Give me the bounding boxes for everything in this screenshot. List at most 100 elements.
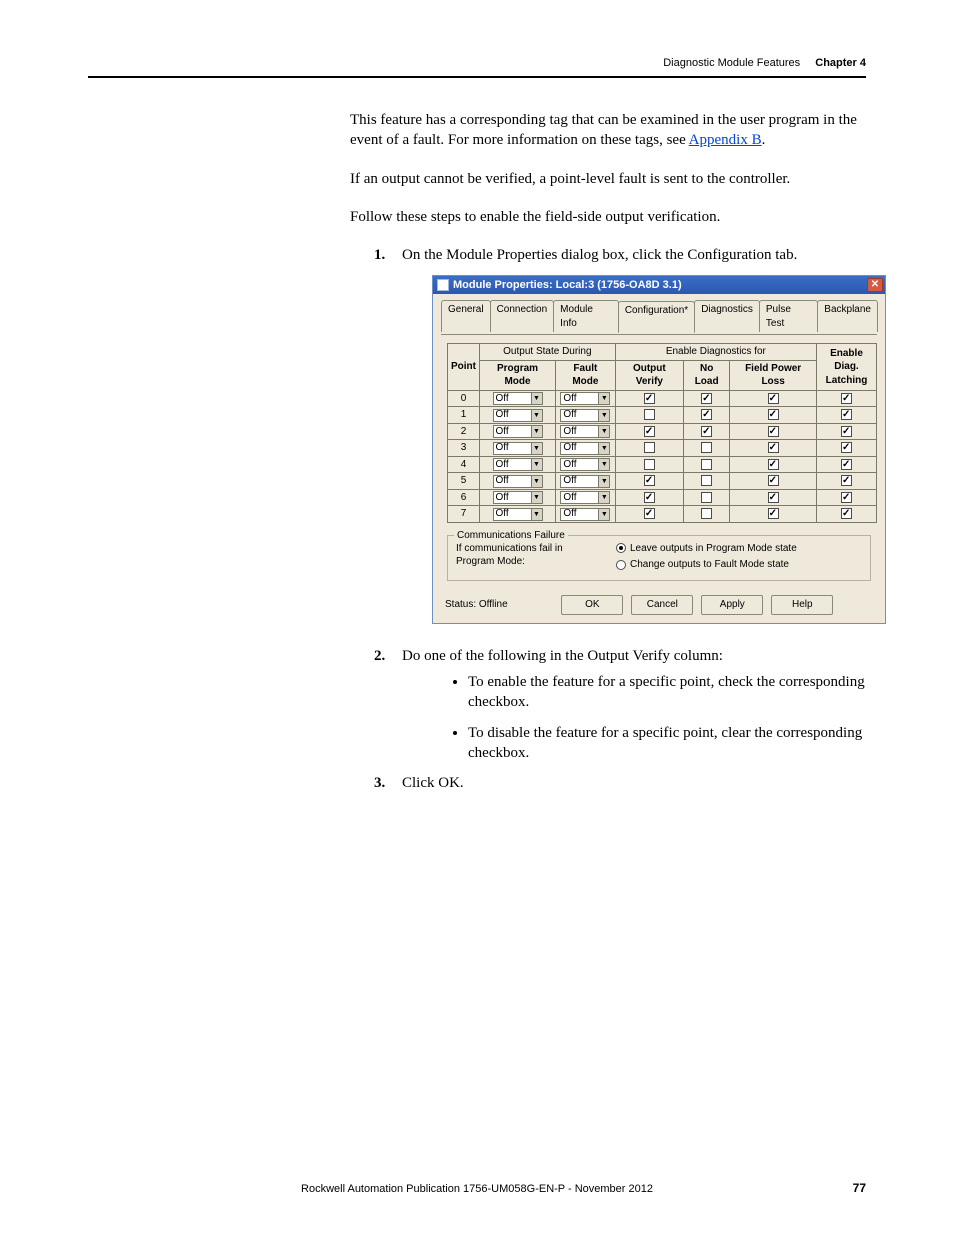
checkbox[interactable] — [841, 492, 852, 503]
dialog-titlebar: Module Properties: Local:3 (1756-OA8D 3.… — [433, 276, 885, 294]
p1-text: This feature has a corresponding tag tha… — [350, 112, 857, 148]
checkbox[interactable] — [841, 442, 852, 453]
cancel-button[interactable]: Cancel — [631, 595, 693, 615]
checkbox[interactable] — [644, 492, 655, 503]
dropdown[interactable]: Off▼ — [560, 442, 610, 455]
tab-connection[interactable]: Connection — [490, 300, 555, 332]
dropdown[interactable]: Off▼ — [560, 508, 610, 521]
chevron-down-icon: ▼ — [531, 426, 542, 437]
output-verify-cell — [615, 473, 683, 490]
tab-diagnostics[interactable]: Diagnostics — [694, 300, 760, 332]
dialog-bottom: Status: Offline OK Cancel Apply Help — [441, 595, 877, 615]
fault-mode-cell: Off▼ — [556, 506, 616, 523]
checkbox[interactable] — [841, 409, 852, 420]
col-latching: Enable Diag. Latching — [817, 344, 877, 391]
chevron-down-icon: ▼ — [598, 426, 609, 437]
checkbox[interactable] — [644, 409, 655, 420]
header-rule — [88, 76, 866, 78]
field-power-cell — [730, 489, 817, 506]
checkbox[interactable] — [841, 426, 852, 437]
output-verify-cell — [615, 506, 683, 523]
chevron-down-icon: ▼ — [598, 509, 609, 520]
checkbox[interactable] — [644, 393, 655, 404]
no-load-cell — [684, 456, 730, 473]
tab-backplane[interactable]: Backplane — [817, 300, 878, 332]
dropdown[interactable]: Off▼ — [560, 409, 610, 422]
chevron-down-icon: ▼ — [531, 492, 542, 503]
checkbox[interactable] — [701, 508, 712, 519]
checkbox[interactable] — [701, 393, 712, 404]
checkbox[interactable] — [701, 426, 712, 437]
dialog-body: GeneralConnectionModule InfoConfiguratio… — [433, 294, 885, 623]
dialog-title: Module Properties: Local:3 (1756-OA8D 3.… — [453, 278, 682, 293]
checkbox[interactable] — [644, 426, 655, 437]
dropdown[interactable]: Off▼ — [560, 458, 610, 471]
checkbox[interactable] — [701, 442, 712, 453]
checkbox[interactable] — [701, 492, 712, 503]
checkbox[interactable] — [701, 409, 712, 420]
checkbox[interactable] — [841, 393, 852, 404]
dropdown[interactable]: Off▼ — [493, 508, 543, 521]
step-1: 1.On the Module Properties dialog box, c… — [380, 245, 866, 624]
close-icon[interactable]: ✕ — [867, 278, 883, 292]
dropdown[interactable]: Off▼ — [493, 458, 543, 471]
checkbox[interactable] — [701, 475, 712, 486]
help-button[interactable]: Help — [771, 595, 833, 615]
apply-button[interactable]: Apply — [701, 595, 763, 615]
tab-configuration-[interactable]: Configuration* — [618, 301, 695, 333]
dropdown[interactable]: Off▼ — [493, 425, 543, 438]
dropdown[interactable]: Off▼ — [493, 491, 543, 504]
comm-text: If communications fail in Program Mode: — [456, 542, 586, 572]
checkbox[interactable] — [768, 508, 779, 519]
dropdown[interactable]: Off▼ — [493, 442, 543, 455]
fault-mode-cell: Off▼ — [556, 390, 616, 407]
step-2-text: Do one of the following in the Output Ve… — [402, 648, 723, 664]
table-row: 1Off▼Off▼ — [448, 407, 877, 424]
checkbox[interactable] — [768, 459, 779, 470]
tab-pulse-test[interactable]: Pulse Test — [759, 300, 818, 332]
no-load-cell — [684, 423, 730, 440]
step-3-text: Click OK. — [402, 775, 464, 791]
checkbox[interactable] — [768, 426, 779, 437]
checkbox[interactable] — [841, 459, 852, 470]
table-row: 3 Off▼ Off▼ — [448, 440, 877, 457]
point-cell: 3 — [448, 440, 480, 457]
checkbox[interactable] — [644, 459, 655, 470]
comm-failure-group: Communications Failure If communications… — [447, 535, 871, 581]
comm-options: Leave outputs in Program Mode state Chan… — [616, 542, 797, 572]
dropdown[interactable]: Off▼ — [493, 409, 543, 422]
dropdown[interactable]: Off▼ — [493, 475, 543, 488]
checkbox[interactable] — [768, 475, 779, 486]
tab-general[interactable]: General — [441, 300, 491, 332]
checkbox[interactable] — [644, 442, 655, 453]
dropdown[interactable]: Off▼ — [560, 491, 610, 504]
dropdown[interactable]: Off▼ — [493, 392, 543, 405]
dropdown[interactable]: Off▼ — [560, 475, 610, 488]
radio-leave[interactable]: Leave outputs in Program Mode state — [616, 542, 797, 556]
fault-mode-cell: Off▼ — [556, 440, 616, 457]
checkbox[interactable] — [768, 492, 779, 503]
bullet-disable: To disable the feature for a specific po… — [468, 723, 866, 764]
checkbox[interactable] — [841, 508, 852, 519]
header-section: Diagnostic Module Features — [663, 57, 800, 69]
output-verify-cell — [615, 407, 683, 424]
radio-change[interactable]: Change outputs to Fault Mode state — [616, 558, 797, 572]
dropdown[interactable]: Off▼ — [560, 425, 610, 438]
field-power-cell — [730, 506, 817, 523]
appendix-link[interactable]: Appendix B — [689, 132, 762, 148]
tab-module-info[interactable]: Module Info — [553, 300, 619, 332]
point-cell: 2 — [448, 423, 480, 440]
chevron-down-icon: ▼ — [598, 443, 609, 454]
ok-button[interactable]: OK — [561, 595, 623, 615]
table-row: 4Off▼Off▼ — [448, 456, 877, 473]
checkbox[interactable] — [644, 508, 655, 519]
program-mode-cell: Off▼ — [480, 473, 556, 490]
checkbox[interactable] — [768, 409, 779, 420]
checkbox[interactable] — [841, 475, 852, 486]
checkbox[interactable] — [768, 393, 779, 404]
checkbox[interactable] — [701, 459, 712, 470]
checkbox[interactable] — [768, 442, 779, 453]
checkbox[interactable] — [644, 475, 655, 486]
steps-list: 1.On the Module Properties dialog box, c… — [380, 245, 866, 793]
dropdown[interactable]: Off▼ — [560, 392, 610, 405]
